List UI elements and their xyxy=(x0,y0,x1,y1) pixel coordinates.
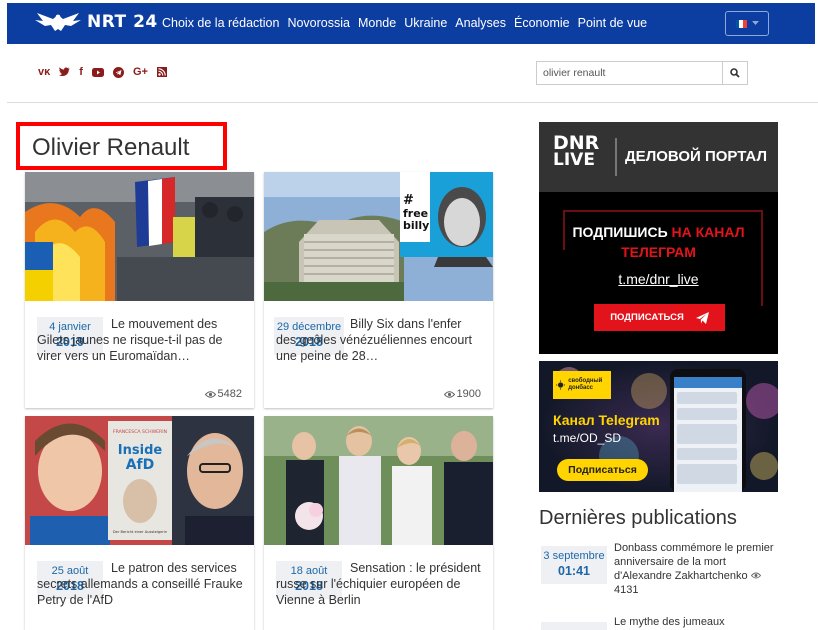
book-title-line2: AfD xyxy=(126,457,155,473)
eye-icon xyxy=(443,390,455,398)
main-menu: Choix de la rédaction Novorossia Monde U… xyxy=(162,16,647,30)
latest-item-date: 3 septembre 01:41 xyxy=(541,546,607,584)
eye-icon xyxy=(204,390,216,398)
menu-item-monde[interactable]: Monde xyxy=(358,16,396,30)
latest-item-day: 3 septembre xyxy=(543,550,605,562)
book-subtitle-text: Der Bericht einer Aussteigerin xyxy=(113,530,167,534)
ad1-line1-white: ПОДПИШИСЬ xyxy=(572,224,668,240)
view-count: 5482 xyxy=(204,388,242,400)
france-flag-icon xyxy=(735,19,747,28)
top-navbar: NRT 24 Choix de la rédaction Novorossia … xyxy=(7,3,815,44)
menu-item-choix[interactable]: Choix de la rédaction xyxy=(162,16,279,30)
page-title: Olivier Renault xyxy=(16,122,227,170)
free-billy-word2: billy xyxy=(403,219,429,232)
language-selector[interactable] xyxy=(725,11,769,36)
free-billy-hashtag: # xyxy=(403,193,414,208)
article-card[interactable]: # free billy 29 décembre 2018 Billy Six … xyxy=(264,172,493,408)
eagle-logo-icon xyxy=(35,13,81,31)
book-author-text: FRANCESCA SCHWERIN xyxy=(113,429,167,435)
latest-publications-heading: Dernières publications xyxy=(539,507,737,529)
logo-text: NRT 24 xyxy=(87,12,158,32)
ad1-button-label: ПОДПИСАТЬСЯ xyxy=(610,312,684,323)
latest-item-views: 4131 xyxy=(614,584,639,596)
eye-icon xyxy=(750,572,761,579)
article-card[interactable]: 18 août 2018 Sensation : le président ru… xyxy=(264,416,493,630)
paper-plane-icon xyxy=(695,311,709,324)
youtube-icon[interactable] xyxy=(91,66,104,78)
ad1-link[interactable]: t.me/dnr_live xyxy=(539,271,778,287)
latest-item[interactable]: Le mythe des jumeaux xyxy=(541,615,781,630)
view-count-value: 5482 xyxy=(217,388,242,400)
menu-item-point-de-vue[interactable]: Point de vue xyxy=(578,16,648,30)
latest-item-title[interactable]: Donbass commémore le premier anniversair… xyxy=(614,541,779,597)
latest-item[interactable]: 3 septembre 01:41 Donbass commémore le p… xyxy=(541,541,781,601)
latest-item-title[interactable]: Le mythe des jumeaux xyxy=(614,615,779,629)
menu-item-economie[interactable]: Économie xyxy=(514,16,570,30)
latest-item-title-text: Donbass commémore le premier anniversair… xyxy=(614,542,774,582)
search-button[interactable] xyxy=(722,61,748,85)
article-title[interactable]: Sensation : le président russe sur l'éch… xyxy=(276,560,482,608)
dnr-live-banner[interactable]: DNR LIVE ДЕЛОВОЙ ПОРТАЛ ПОДПИШИСЬ НА КАН… xyxy=(539,122,778,354)
ad1-header: ДЕЛОВОЙ ПОРТАЛ xyxy=(625,148,767,165)
ad2-link[interactable]: t.me/OD_SD xyxy=(553,431,621,445)
dnr-logo-bottom: LIVE xyxy=(553,150,595,170)
social-links: ᴠᴋ f G+ xyxy=(38,66,167,78)
dnr-live-logo: DNR LIVE xyxy=(553,134,599,170)
header-separator xyxy=(7,102,818,103)
telegram-icon[interactable] xyxy=(112,66,124,78)
ad1-subscribe-button[interactable]: ПОДПИСАТЬСЯ xyxy=(594,304,725,331)
ad2-title: Канал Telegram xyxy=(553,412,660,428)
article-thumbnail-billy-six[interactable]: # free billy xyxy=(264,172,493,301)
view-count: 1900 xyxy=(443,388,481,400)
sun-logo-icon xyxy=(556,380,566,390)
latest-item-date xyxy=(541,622,607,630)
article-title[interactable]: Le mouvement des Gilets jaunes ne risque… xyxy=(37,316,243,364)
latest-item-time: 01:41 xyxy=(558,564,590,578)
facebook-icon[interactable]: f xyxy=(79,66,83,78)
ad1-line2: ТЕЛЕГРАМ xyxy=(621,244,696,260)
view-count-value: 1900 xyxy=(456,388,481,400)
menu-item-analyses[interactable]: Analyses xyxy=(455,16,506,30)
twitter-icon[interactable] xyxy=(59,66,71,78)
search-form xyxy=(536,61,748,85)
ad1-line1-red: НА КАНАЛ xyxy=(671,224,745,240)
vk-icon[interactable]: ᴠᴋ xyxy=(38,66,50,78)
ad2-subscribe-button[interactable]: Подписаться xyxy=(557,459,648,481)
menu-item-ukraine[interactable]: Ukraine xyxy=(404,16,447,30)
article-card[interactable]: FRANCESCA SCHWERIN Inside AfD Der Berich… xyxy=(25,416,254,630)
article-thumbnail-putin-wedding[interactable] xyxy=(264,416,493,545)
article-card[interactable]: 4 janvier 2019 Le mouvement des Gilets j… xyxy=(25,172,254,408)
article-thumbnail-afd[interactable]: FRANCESCA SCHWERIN Inside AfD Der Berich… xyxy=(25,416,254,545)
ad2-button-label: Подписаться xyxy=(568,464,637,476)
ad2-brand-logo: свободный донбасс xyxy=(553,371,611,399)
chevron-down-icon xyxy=(751,21,759,25)
book-title-line1: Inside xyxy=(118,443,163,458)
telegram-channel-banner[interactable]: свободный донбасс Канал Telegram t.me/OD… xyxy=(539,361,778,492)
article-title[interactable]: Billy Six dans l'enfer des geôles vénézu… xyxy=(276,316,482,364)
search-input[interactable] xyxy=(536,61,722,85)
google-plus-icon[interactable]: G+ xyxy=(133,66,148,78)
menu-item-novorossia[interactable]: Novorossia xyxy=(287,16,350,30)
site-logo[interactable]: NRT 24 xyxy=(33,10,158,34)
ad2-brand-text: свободный донбасс xyxy=(568,378,603,391)
search-icon xyxy=(730,68,740,78)
rss-icon[interactable] xyxy=(156,66,167,78)
article-thumbnail-protest[interactable] xyxy=(25,172,254,301)
article-title[interactable]: Le patron des services secrets allemands… xyxy=(37,560,243,608)
